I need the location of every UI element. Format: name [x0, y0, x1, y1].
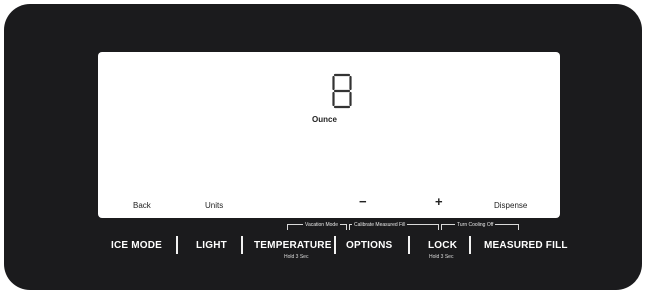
display-screen — [98, 52, 560, 218]
calibrate-measured-fill-label: Calibrate Measured Fill — [352, 222, 408, 228]
seven-segment-digit — [332, 73, 352, 109]
temperature-button[interactable]: TEMPERATURE — [254, 240, 332, 251]
turn-cooling-off-label: Turn Cooling Off — [455, 222, 496, 228]
separator — [408, 236, 410, 254]
measured-fill-button[interactable]: MEASURED FILL — [484, 240, 568, 251]
dispense-button[interactable]: Dispense — [494, 201, 527, 210]
light-button[interactable]: LIGHT — [196, 240, 227, 251]
temperature-hold-note: Hold 3 Sec — [284, 254, 309, 260]
ice-mode-button[interactable]: ICE MODE — [111, 240, 162, 251]
plus-button[interactable]: + — [435, 194, 443, 209]
separator — [334, 236, 336, 254]
options-button[interactable]: OPTIONS — [346, 240, 392, 251]
vacation-mode-label: Vacation Mode — [303, 222, 340, 228]
separator — [176, 236, 178, 254]
separator — [241, 236, 243, 254]
lock-hold-note: Hold 3 Sec — [429, 254, 454, 260]
separator — [469, 236, 471, 254]
lock-button[interactable]: LOCK — [428, 240, 457, 251]
minus-button[interactable]: − — [359, 194, 367, 209]
units-button[interactable]: Units — [205, 201, 223, 210]
unit-label: Ounce — [312, 115, 337, 124]
back-button[interactable]: Back — [133, 201, 151, 210]
